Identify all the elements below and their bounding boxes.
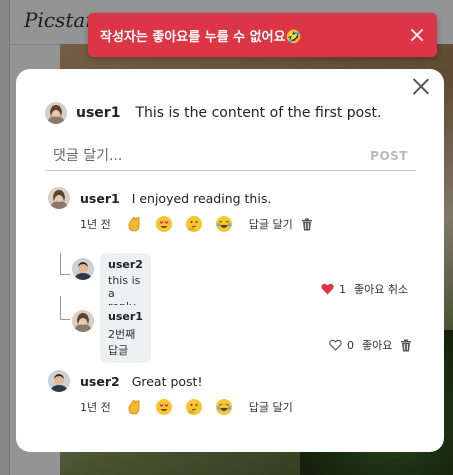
laughing-emoji-icon[interactable] xyxy=(215,215,233,233)
like-count: 1 xyxy=(339,282,346,296)
heart-eyes-emoji-icon[interactable] xyxy=(155,215,173,233)
like-button[interactable]: 좋아요 xyxy=(362,337,392,353)
reply-text: 2번째 답글 xyxy=(108,328,136,357)
reply-button[interactable]: 답글 달기 xyxy=(249,216,293,232)
toast-close-icon[interactable] xyxy=(409,27,425,43)
avatar[interactable] xyxy=(48,370,70,392)
comment-username[interactable]: user1 xyxy=(80,191,120,206)
post-username[interactable]: user1 xyxy=(76,105,120,121)
avatar[interactable] xyxy=(72,310,94,332)
error-toast: 작성자는 좋아요를 누를 수 없어요🤣 xyxy=(88,13,437,57)
post-header: user1 This is the content of the first p… xyxy=(45,102,382,124)
thinking-emoji-icon[interactable] xyxy=(185,215,203,233)
post-content: This is the content of the first post. xyxy=(135,105,382,121)
trash-icon[interactable] xyxy=(301,218,313,231)
heart-outline-icon[interactable] xyxy=(329,339,342,351)
comment: user2 Great post! 1년 전 답글 달기 xyxy=(48,370,293,416)
comment-text: I enjoyed reading this. xyxy=(131,190,272,206)
post-button[interactable]: POST xyxy=(370,149,408,163)
reply-branch-line xyxy=(60,253,70,275)
comment-time: 1년 전 xyxy=(80,401,111,414)
comment-time: 1년 전 xyxy=(80,218,111,231)
trash-icon[interactable] xyxy=(400,339,412,352)
heart-filled-icon[interactable] xyxy=(321,283,334,295)
reply-button[interactable]: 답글 달기 xyxy=(249,399,293,415)
laughing-emoji-icon[interactable] xyxy=(215,398,233,416)
comments-modal: user1 This is the content of the first p… xyxy=(16,69,444,452)
comment-username[interactable]: user2 xyxy=(80,374,120,389)
avatar[interactable] xyxy=(48,187,70,209)
comment: user1 I enjoyed reading this. 1년 전 답글 달기 xyxy=(48,187,313,233)
avatar[interactable] xyxy=(45,102,67,124)
reply-like-actions: 1 좋아요 취소 xyxy=(321,281,408,297)
reply-bubble: user1 2번째 답글 xyxy=(100,305,151,363)
avatar[interactable] xyxy=(72,258,94,280)
reply-username[interactable]: user1 xyxy=(108,310,143,323)
toast-message: 작성자는 좋아요를 누를 수 없어요🤣 xyxy=(100,29,302,45)
reply-like-actions: 0 좋아요 xyxy=(329,337,412,353)
comment-input-bar: POST xyxy=(45,141,416,171)
clap-emoji-icon[interactable] xyxy=(125,398,143,416)
clap-emoji-icon[interactable] xyxy=(125,215,143,233)
comment-text: Great post! xyxy=(131,373,203,389)
unlike-button[interactable]: 좋아요 취소 xyxy=(354,281,408,297)
thinking-emoji-icon[interactable] xyxy=(185,398,203,416)
heart-eyes-emoji-icon[interactable] xyxy=(155,398,173,416)
reply-branch-line xyxy=(60,296,70,320)
reply-username[interactable]: user2 xyxy=(108,258,143,271)
comment-input[interactable] xyxy=(45,147,371,164)
like-count: 0 xyxy=(347,338,354,352)
close-icon[interactable] xyxy=(412,77,430,95)
